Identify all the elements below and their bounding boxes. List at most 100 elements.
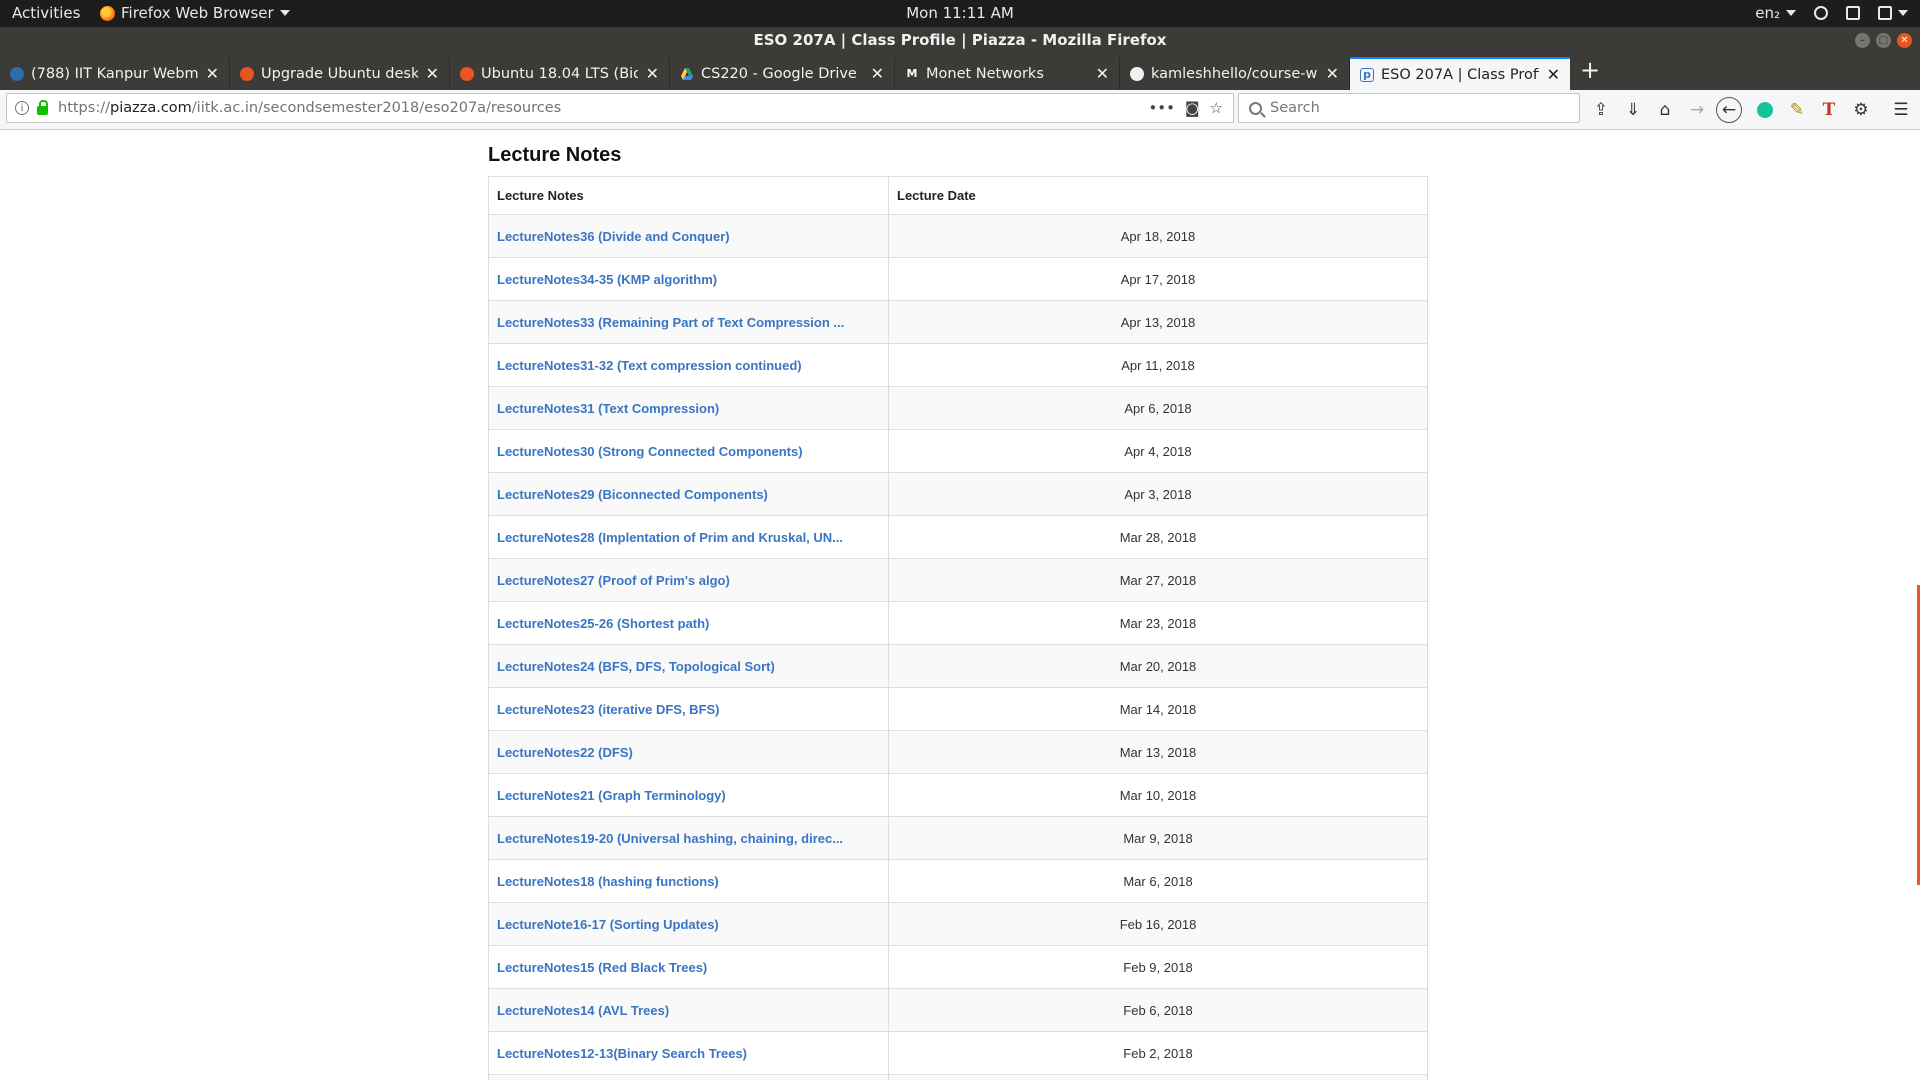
tab-label: ESO 207A | Class Profile | [1381, 66, 1539, 83]
table-body: LectureNotes36 (Divide and Conquer) Apr 1… [488, 214, 1428, 1080]
window-titlebar[interactable]: ESO 207A | Class Profile | Piazza - Mozi… [0, 27, 1920, 54]
keyboard-layout-label: en₂ [1755, 4, 1780, 22]
lecture-note-link[interactable]: LectureNotes30 (Strong Connected Compone… [497, 444, 803, 459]
lecture-note-link[interactable]: LectureNotes22 (DFS) [497, 745, 633, 760]
lecture-note-cell: LectureNotes15 (Red Black Trees) [488, 945, 889, 989]
wifi-icon[interactable] [1814, 6, 1828, 20]
table-row: LectureNote16-17 (Sorting Updates) Feb 16… [488, 902, 1428, 946]
lecture-note-cell: LectureNotes14 (AVL Trees) [488, 988, 889, 1032]
tab-strip: (788) IIT Kanpur Webmai ✕ Upgrade Ubuntu… [0, 54, 1920, 90]
lecture-note-link[interactable]: LectureNotes18 (hashing functions) [497, 874, 719, 889]
tab-label: Upgrade Ubuntu desktop [261, 65, 418, 82]
lecture-date-cell: Mar 6, 2018 [888, 859, 1428, 903]
close-tab-icon[interactable]: ✕ [1547, 65, 1560, 84]
lecture-note-link[interactable]: LectureNotes28 (Implentation of Prim and… [497, 530, 843, 545]
lecture-note-link[interactable]: LectureNotes36 (Divide and Conquer) [497, 229, 730, 244]
bookmark-star-icon[interactable]: ☆ [1210, 99, 1223, 117]
library-icon[interactable]: ⇪ [1590, 99, 1612, 121]
lecture-note-link[interactable]: LectureNotes29 (Biconnected Components) [497, 487, 768, 502]
lecture-note-link[interactable]: LectureNotes31-32 (Text compression cont… [497, 358, 802, 373]
maximize-button[interactable]: □ [1876, 33, 1891, 48]
close-tab-icon[interactable]: ✕ [426, 64, 439, 83]
lecture-note-link[interactable]: LectureNotes24 (BFS, DFS, Topological So… [497, 659, 775, 674]
tab-monet-networks[interactable]: M Monet Networks ✕ [895, 57, 1120, 90]
tab-ubuntu-bionic[interactable]: Ubuntu 18.04 LTS (Bionic ✕ [450, 57, 670, 90]
home-icon[interactable]: ⌂ [1654, 99, 1676, 121]
lecture-note-link[interactable]: LectureNotes33 (Remaining Part of Text C… [497, 315, 844, 330]
tab-piazza-active[interactable]: p ESO 207A | Class Profile | ✕ [1350, 57, 1570, 90]
site-info-icon[interactable]: i [15, 101, 29, 115]
url-bar[interactable]: i https://piazza.com/iitk.ac.in/secondse… [6, 93, 1234, 123]
hamburger-menu-icon[interactable]: ☰ [1890, 99, 1912, 121]
close-tab-icon[interactable]: ✕ [1326, 64, 1339, 83]
close-tab-icon[interactable]: ✕ [206, 64, 219, 83]
system-tray[interactable]: en₂ [1755, 4, 1908, 22]
table-row: LectureNotes14 (AVL Trees) Feb 6, 2018 [488, 988, 1428, 1032]
lecture-date-cell: Mar 23, 2018 [888, 601, 1428, 645]
table-row: LectureNotes36 (Divide and Conquer) Apr 1… [488, 214, 1428, 258]
lecture-date-cell: Apr 13, 2018 [888, 300, 1428, 344]
lecture-note-link[interactable]: LectureNotes31 (Text Compression) [497, 401, 719, 416]
table-row: LectureNotes22 (DFS) Mar 13, 2018 [488, 730, 1428, 774]
grammarly-icon[interactable] [1754, 99, 1776, 121]
translate-icon[interactable]: T [1818, 99, 1840, 121]
lecture-note-cell: LectureNotes18 (hashing functions) [488, 859, 889, 903]
github-icon [1130, 66, 1144, 81]
lecture-note-link[interactable]: LectureNote16-17 (Sorting Updates) [497, 917, 719, 932]
lecture-notes-table: Lecture Notes Lecture Date LectureNotes3… [488, 176, 1428, 1080]
lecture-note-link[interactable]: LectureNotes12-13(Binary Search Trees) [497, 1046, 747, 1061]
keyboard-layout-indicator[interactable]: en₂ [1755, 4, 1796, 22]
lecture-note-cell: LectureNotes23 (iterative DFS, BFS) [488, 687, 889, 731]
table-row [488, 1074, 1428, 1080]
close-tab-icon[interactable]: ✕ [646, 64, 659, 83]
lecture-note-link[interactable]: LectureNotes15 (Red Black Trees) [497, 960, 707, 975]
tab-google-drive[interactable]: CS220 - Google Drive ✕ [670, 57, 895, 90]
lecture-date-cell [888, 1074, 1428, 1080]
close-tab-icon[interactable]: ✕ [871, 64, 884, 83]
close-tab-icon[interactable]: ✕ [1096, 64, 1109, 83]
clock[interactable]: Mon 11:11 AM [0, 4, 1920, 22]
lecture-date-cell: Feb 2, 2018 [888, 1031, 1428, 1075]
lecture-date-cell: Mar 27, 2018 [888, 558, 1428, 602]
tab-label: CS220 - Google Drive [701, 65, 857, 82]
tab-github-course[interactable]: kamleshhello/course-wo ✕ [1120, 57, 1350, 90]
lecture-date-cell: Apr 11, 2018 [888, 343, 1428, 387]
lecture-note-link[interactable]: LectureNotes25-26 (Shortest path) [497, 616, 709, 631]
lecture-note-link[interactable]: LectureNotes27 (Proof of Prim's algo) [497, 573, 730, 588]
lecture-date-cell: Feb 6, 2018 [888, 988, 1428, 1032]
lecture-note-link[interactable]: LectureNotes34-35 (KMP algorithm) [497, 272, 717, 287]
page-actions-icon[interactable]: ••• [1148, 99, 1175, 117]
downloads-icon[interactable]: ⇓ [1622, 99, 1644, 121]
volume-icon[interactable] [1846, 6, 1860, 20]
lock-icon[interactable] [37, 99, 48, 115]
lecture-date-cell: Apr 4, 2018 [888, 429, 1428, 473]
lecture-note-link[interactable]: LectureNotes23 (iterative DFS, BFS) [497, 702, 720, 717]
lecture-note-link[interactable]: LectureNotes19-20 (Universal hashing, ch… [497, 831, 843, 846]
url-text[interactable]: https://piazza.com/iitk.ac.in/secondseme… [58, 100, 1148, 116]
monet-icon: M [906, 67, 918, 80]
system-top-bar: Activities Firefox Web Browser Mon 11:11… [0, 0, 1920, 27]
close-window-button[interactable]: ✕ [1897, 33, 1912, 48]
table-row: LectureNotes23 (iterative DFS, BFS) Mar 1… [488, 687, 1428, 731]
minimize-button[interactable]: – [1855, 33, 1870, 48]
back-icon[interactable]: ← [1716, 97, 1742, 123]
forward-icon[interactable]: → [1686, 99, 1708, 121]
pocket-icon[interactable]: ◙ [1185, 99, 1200, 117]
lecture-note-link[interactable]: LectureNotes21 (Graph Terminology) [497, 788, 726, 803]
power-menu[interactable] [1878, 6, 1908, 20]
highlighter-icon[interactable]: ✎ [1786, 99, 1808, 121]
window-controls: – □ ✕ [1855, 33, 1912, 48]
lecture-note-link[interactable]: LectureNotes14 (AVL Trees) [497, 1003, 669, 1018]
lecture-date-cell: Mar 13, 2018 [888, 730, 1428, 774]
google-drive-icon [680, 67, 694, 81]
extension-icon[interactable]: ⚙ [1850, 99, 1872, 121]
tab-upgrade-ubuntu[interactable]: Upgrade Ubuntu desktop ✕ [230, 57, 450, 90]
table-row: LectureNotes33 (Remaining Part of Text C… [488, 300, 1428, 344]
tab-iitk-webmail[interactable]: (788) IIT Kanpur Webmai ✕ [0, 57, 230, 90]
table-row: LectureNotes21 (Graph Terminology) Mar 10… [488, 773, 1428, 817]
page-title: Lecture Notes [488, 144, 622, 166]
table-row: LectureNotes18 (hashing functions) Mar 6,… [488, 859, 1428, 903]
ubuntu-icon [460, 66, 474, 81]
search-bar[interactable]: Search [1238, 93, 1580, 123]
new-tab-button[interactable]: + [1580, 58, 1600, 82]
